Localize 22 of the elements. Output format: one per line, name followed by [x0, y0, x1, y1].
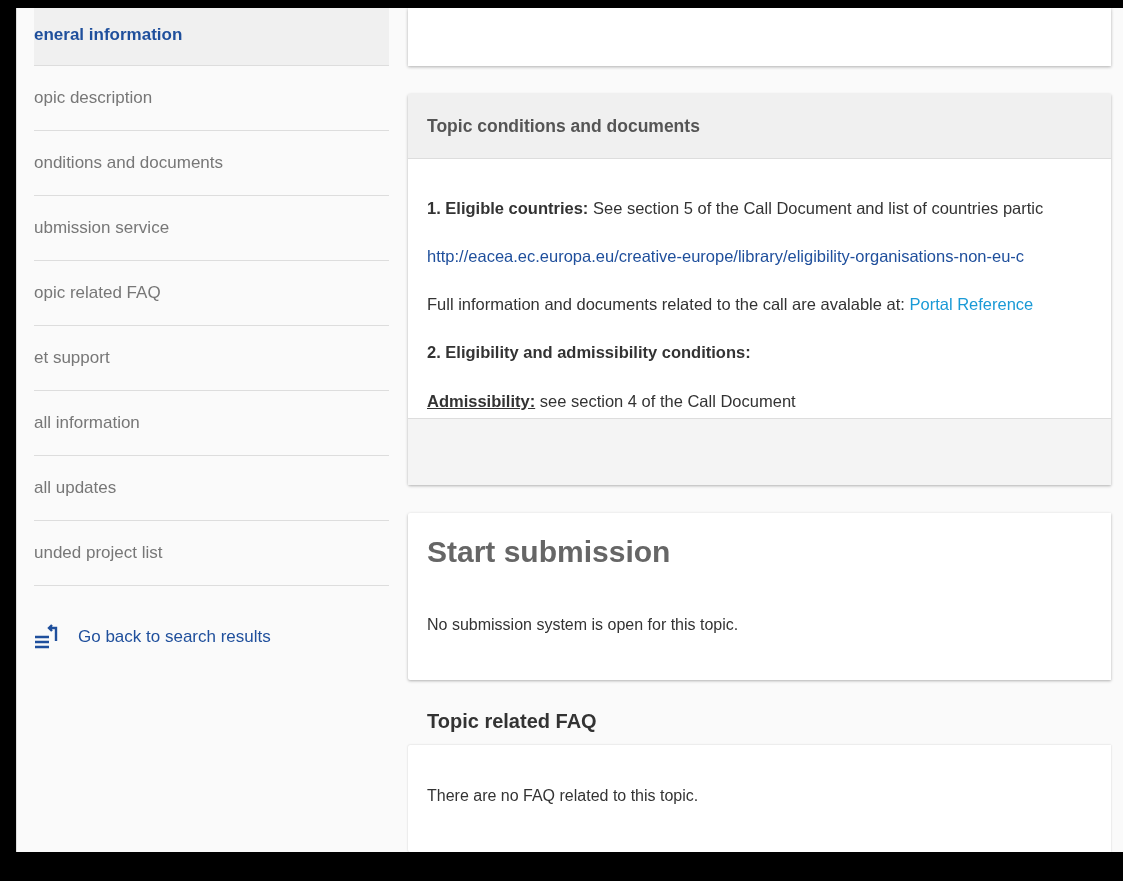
faq-message: There are no FAQ related to this topic. [427, 786, 700, 805]
sidebar-item[interactable]: all updates [34, 456, 389, 521]
sidebar-item[interactable]: unded project list [34, 521, 389, 586]
sidebar-item[interactable]: opic description [34, 66, 389, 131]
paragraph: 2. Eligibility and admissibility conditions: [427, 343, 752, 362]
sidebar-item[interactable]: ubmission service [34, 196, 389, 261]
sidebar-item[interactable]: onditions and documents [34, 131, 389, 196]
portal-reference-link[interactable]: Portal Reference [909, 295, 1034, 314]
back-list-icon[interactable] [34, 624, 60, 650]
section-heading: Start submission [427, 534, 672, 569]
paragraph: 1. Eligible countries: See section 5 of the Call Document and list of countries partic [427, 199, 1045, 218]
sidebar-item[interactable]: all information [34, 391, 389, 456]
submission-message: No submission system is open for this topic. [427, 615, 740, 634]
sidebar-item[interactable]: eneral information [34, 8, 389, 66]
faq-heading: Topic related FAQ [426, 709, 598, 734]
paragraph: Admissibility: see section 4 of the Call Document [427, 391, 797, 410]
paragraph: Full information and documents related to the call are avalable at: Portal Reference [427, 295, 1035, 314]
card-title: Topic conditions and documents [427, 115, 700, 137]
sidebar-item[interactable]: opic related FAQ [34, 261, 389, 326]
sidebar-item[interactable]: et support [34, 326, 389, 391]
url-link[interactable]: http://eacea.ec.europa.eu/creative-europe/library/eligibility-organisations-non-eu-c [427, 247, 1025, 266]
back-to-results-link[interactable]: Go back to search results [78, 627, 271, 647]
